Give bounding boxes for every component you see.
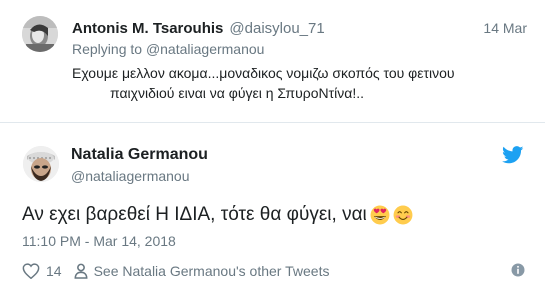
smiling-face-emoji xyxy=(393,205,413,225)
twitter-bird-icon[interactable] xyxy=(502,146,524,164)
reply-text: Εχουμε μελλον ακομα...μοναδικος νομιζω σ… xyxy=(72,63,455,103)
reply-author-name[interactable]: Antonis M. Tsarouhis xyxy=(72,20,223,37)
avatar-image xyxy=(23,146,59,182)
reply-text-line: Εχουμε μελλον ακομα...μοναδικος νομιζω σ… xyxy=(72,65,455,81)
replying-to-prefix: Replying to xyxy=(72,41,143,57)
reply-text-line: παιχνιδιού ειναι να φύγει η ΣπυροΝτίνα!.… xyxy=(109,85,364,101)
reply-header: Antonis M. Tsarouhis @daisylou_71 14 Mar xyxy=(72,20,527,40)
see-other-tweets-link[interactable]: See Natalia Germanou's other Tweets xyxy=(74,263,330,279)
avatar-image xyxy=(22,16,58,52)
replying-to: Replying to @nataliagermanou xyxy=(72,41,264,57)
info-icon[interactable] xyxy=(511,263,525,277)
main-author-name[interactable]: Natalia Germanou xyxy=(71,146,208,164)
heart-eyes-emoji xyxy=(370,205,390,225)
tweet-timestamp[interactable]: 11:10 PM - Mar 14, 2018 xyxy=(22,233,176,249)
reply-tweet[interactable]: Antonis M. Tsarouhis @daisylou_71 14 Mar… xyxy=(0,0,545,123)
main-author-handle[interactable]: @nataliagermanou xyxy=(71,168,190,184)
tweet-actions: 14 See Natalia Germanou's other Tweets xyxy=(22,261,329,281)
see-other-tweets-label: See Natalia Germanou's other Tweets xyxy=(93,263,330,279)
like-button[interactable]: 14 xyxy=(22,263,62,279)
heart-icon xyxy=(22,263,40,279)
main-tweet-text-content: Αν εχει βαρεθεί Η ΙΔΙΑ, τότε θα φύγει, ν… xyxy=(22,204,367,225)
main-tweet-text: Αν εχει βαρεθεί Η ΙΔΙΑ, τότε θα φύγει, ν… xyxy=(22,203,413,227)
person-icon xyxy=(74,263,88,279)
reply-avatar[interactable] xyxy=(22,16,58,52)
like-count: 14 xyxy=(46,263,62,279)
reply-date[interactable]: 14 Mar xyxy=(483,20,527,36)
replying-to-handle[interactable]: @nataliagermanou xyxy=(146,41,265,57)
reply-author-handle[interactable]: @daisylou_71 xyxy=(229,20,324,37)
main-avatar[interactable] xyxy=(23,146,59,182)
